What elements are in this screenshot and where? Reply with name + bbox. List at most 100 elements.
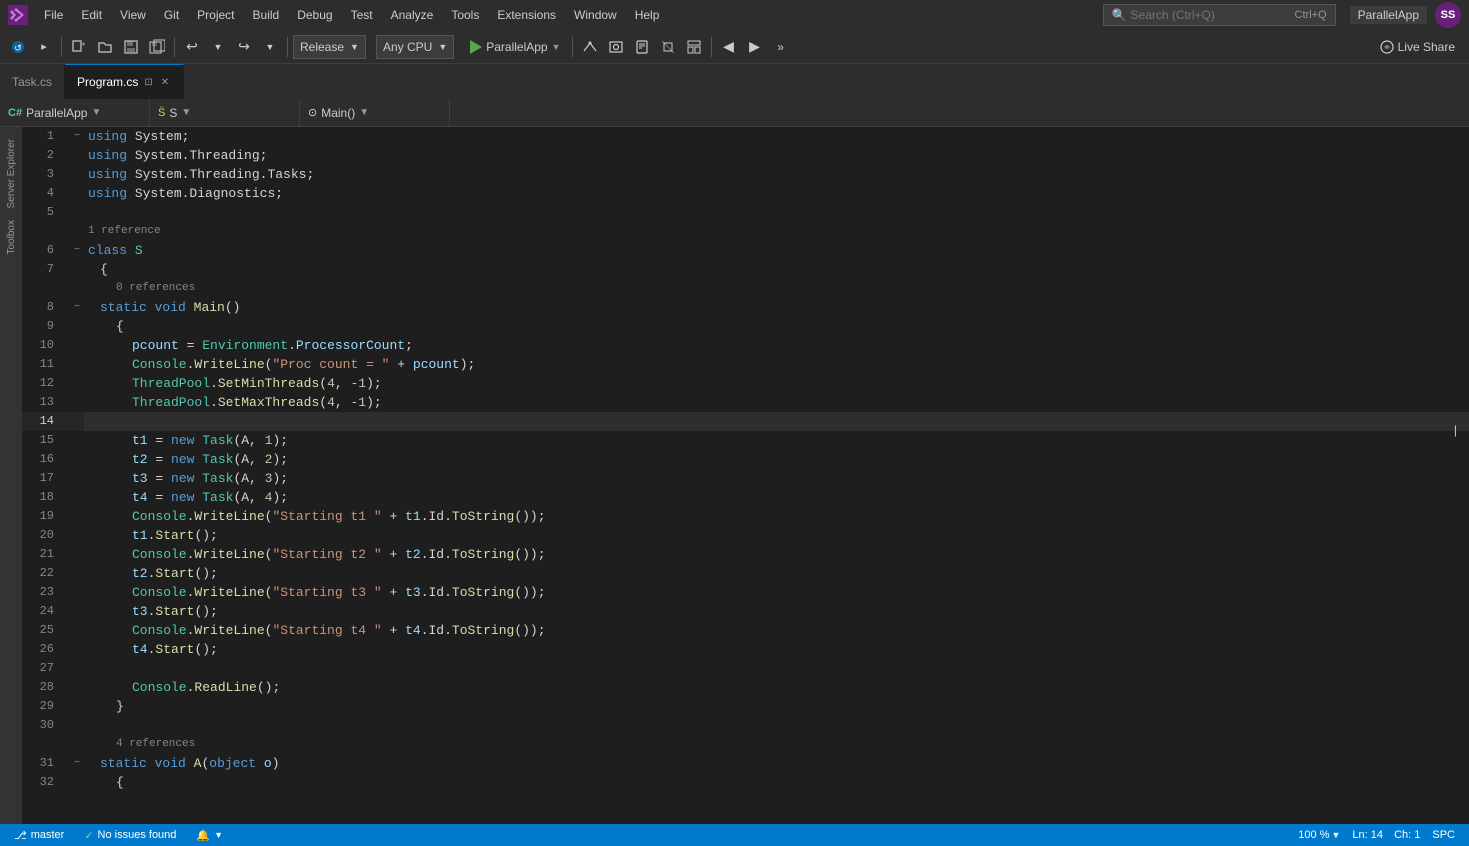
status-bar: ⎇ master ✓ No issues found 🔔 ▼ 100 % ▼ L… [0,824,1469,846]
open-file-btn[interactable] [578,34,602,60]
code-line-22: 22 t2.Start(); [22,564,1469,583]
line-content-8: static void Main() [84,298,1469,317]
line-content-ref2: 0 references [84,279,1469,296]
code-line-17: 17 t3 = new Task(A, 3); [22,469,1469,488]
layout-btn[interactable] [682,34,706,60]
breadcrumb-project[interactable]: C# ParallelApp ▼ [0,99,150,127]
tab-close-btn[interactable]: ✕ [159,76,171,89]
code-line-15: 15 t1 = new Task(A, 1); [22,431,1469,450]
search-input[interactable] [1131,8,1291,22]
line-content-25: Console.WriteLine("Starting t4 " + t4.Id… [84,621,1469,640]
code-line-32: 32 { [22,773,1469,792]
breadcrumb-symbol[interactable]: S̈ S ▼ [150,99,300,127]
server-explorer-label[interactable]: Server Explorer [4,135,19,212]
undo-dropdown[interactable]: ▼ [206,34,230,60]
bell-icon: 🔔 [196,829,210,842]
collapse-btn-8[interactable]: − [70,298,84,317]
line-num-16: 16 [22,450,70,469]
code-editor[interactable]: 1 − using System; 2 using System.Threadi… [22,127,1469,824]
project-name: ParallelApp [26,106,87,120]
menu-project[interactable]: Project [189,0,242,30]
code-line-2: 2 using System.Threading; [22,146,1469,165]
menu-help[interactable]: Help [627,0,668,30]
line-content-30 [84,716,1469,735]
menu-analyze[interactable]: Analyze [383,0,442,30]
tab-taskcs[interactable]: Task.cs [0,64,65,99]
redo-btn[interactable]: ↪ [232,34,256,60]
menu-window[interactable]: Window [566,0,625,30]
nav-forward-btn[interactable]: ▶ [743,34,767,60]
nav-backward-btn[interactable]: ◀ [717,34,741,60]
menu-view[interactable]: View [112,0,154,30]
line-num-17: 17 [22,469,70,488]
redo-dropdown[interactable]: ▼ [258,34,282,60]
zoom-dropdown-icon[interactable]: ▼ [1332,830,1341,840]
menu-tools[interactable]: Tools [443,0,487,30]
line-num-2: 2 [22,146,70,165]
notifications-btn[interactable]: 🔔 ▼ [190,824,229,846]
back-btn[interactable]: ↺ [6,34,30,60]
history-btn[interactable] [656,34,680,60]
toolbox-label[interactable]: Toolbox [4,216,19,258]
encoding-status[interactable]: SPC [1426,824,1461,846]
forward-btn[interactable]: ▸ [32,34,56,60]
more-btn[interactable]: » [769,34,793,60]
line-num-29: 29 [22,697,70,716]
git-status[interactable]: ⎇ master [8,824,70,846]
menu-right: ParallelApp SS [1350,2,1461,28]
search-shortcut: Ctrl+Q [1295,9,1327,21]
code-line-16: 16 t2 = new Task(A, 2); [22,450,1469,469]
zoom-control[interactable]: 100 % ▼ [1292,824,1346,846]
line-content-32: { [84,773,1469,792]
saveall-btn[interactable] [145,34,169,60]
menu-edit[interactable]: Edit [73,0,110,30]
chevron-icon-1: ▼ [91,107,101,118]
code-line-25: 25 Console.WriteLine("Starting t4 " + t4… [22,621,1469,640]
member-name: Main() [321,106,355,120]
line-content-16: t2 = new Task(A, 2); [84,450,1469,469]
tab-preview-icon: ⊡ [144,77,152,88]
search-box[interactable]: 🔍 Ctrl+Q [1103,4,1336,26]
svg-text:↺: ↺ [14,43,22,53]
collapse-btn-6[interactable]: − [70,241,84,260]
collapse-btn-1[interactable]: − [70,127,84,146]
liveshare-icon [1380,40,1394,54]
configuration-dropdown[interactable]: Release ▼ [293,35,366,59]
play-triangle-icon [470,40,482,54]
menu-git[interactable]: Git [156,0,187,30]
menu-extensions[interactable]: Extensions [489,0,564,30]
git-branch-icon: ⎇ [14,829,27,842]
screencapture-btn[interactable] [604,34,628,60]
menu-debug[interactable]: Debug [289,0,340,30]
collapse-btn-31[interactable]: − [70,754,84,773]
save-btn[interactable] [119,34,143,60]
line-num-15: 15 [22,431,70,450]
line-num-11: 11 [22,355,70,374]
line-content-1: using System; [84,127,1469,146]
bookmark-btn[interactable] [630,34,654,60]
notification-dropdown[interactable]: ▼ [214,830,223,840]
ref-line-3: 4 references [22,735,1469,754]
breadcrumb-member[interactable]: ⊙ Main() ▼ [300,99,450,127]
line-num-23: 23 [22,583,70,602]
tab-programcs[interactable]: Program.cs ⊡ ✕ [65,64,184,99]
menu-test[interactable]: Test [343,0,381,30]
run-button[interactable]: ParallelApp ▼ [464,38,566,56]
menu-build[interactable]: Build [245,0,288,30]
main-area: Server Explorer Toolbox 1 − using System… [0,127,1469,824]
tab-taskcs-label: Task.cs [12,75,52,89]
line-content-ref3: 4 references [84,735,1469,752]
symbol-icon: S̈ [158,107,165,119]
new-project-btn[interactable] [67,34,91,60]
ref-line-2: 0 references [22,279,1469,298]
line-num-6: 6 [22,241,70,260]
line-content-14 [84,412,1469,431]
menu-file[interactable]: File [36,0,71,30]
platform-dropdown[interactable]: Any CPU ▼ [376,35,454,59]
ln-col-status[interactable]: Ln: 14 Ch: 1 [1346,824,1426,846]
open-btn[interactable] [93,34,117,60]
undo-btn[interactable]: ↩ [180,34,204,60]
liveshare-button[interactable]: Live Share [1372,38,1463,56]
no-issues-status[interactable]: ✓ No issues found [78,824,182,846]
user-avatar[interactable]: SS [1435,2,1461,28]
